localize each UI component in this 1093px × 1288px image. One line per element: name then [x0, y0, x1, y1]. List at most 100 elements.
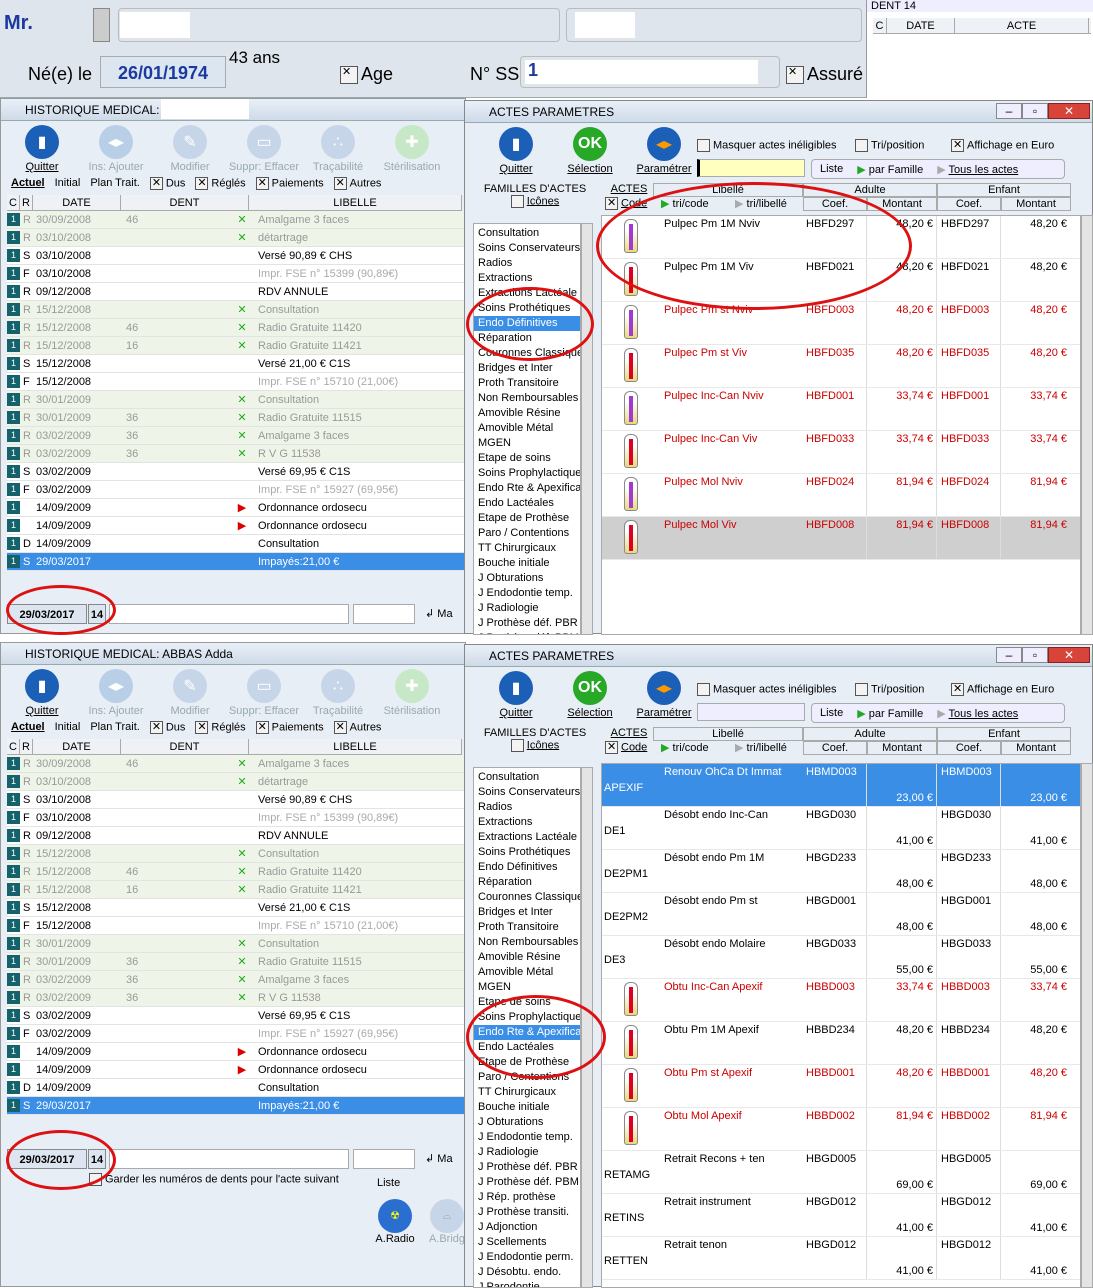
footer-date-bottom[interactable]: 29/03/2017 [7, 1149, 87, 1169]
family-item[interactable]: Couronnes Classique [474, 346, 580, 361]
family-item[interactable]: Etape de soins [474, 995, 580, 1010]
family-item[interactable]: Soins Conservateurs [474, 785, 580, 800]
traceability-button[interactable]: ∴ Traçabilité [301, 669, 375, 717]
history-row[interactable]: 1 R 03/02/2009 36 ✕ R V G 11538 [7, 989, 466, 1007]
footer-entry2-bottom[interactable] [353, 1149, 415, 1169]
history-row[interactable]: 1 R 03/02/2009 36 ✕ Amalgame 3 faces [7, 427, 466, 445]
abridge-button[interactable]: ⌓ A.Bridg [425, 1199, 469, 1245]
family-item[interactable]: Soins Prophylactique [474, 1010, 580, 1025]
family-item[interactable]: Extractions Lactéale [474, 830, 580, 845]
mask-option[interactable]: Masquer actes inéligibles [713, 683, 837, 695]
modify-button[interactable]: ✎ Modifier [153, 669, 227, 717]
history-row[interactable]: 1 R 15/12/2008 ✕ Consultation [7, 301, 466, 319]
tab-autres[interactable]: Autres [333, 176, 381, 190]
acte-row[interactable]: Obtu Pm st Apexif HBBD001 48,20 € HBBD001 48… [602, 1065, 1080, 1108]
icons-option[interactable]: Icônes [527, 195, 559, 207]
family-item[interactable]: Proth Transitoire [474, 376, 580, 391]
history-row[interactable]: 1 R 03/10/2008 ✕ détartrage [7, 773, 466, 791]
history-row[interactable]: 1 14/09/2009 ▶ Ordonnance ordosecu [7, 1061, 466, 1079]
history-row[interactable]: 1 R 30/01/2009 ✕ Consultation [7, 935, 466, 953]
close-button[interactable]: ✕ [1048, 647, 1090, 663]
acte-row[interactable]: DE1 Désobt endo Inc-Can HBGD030 41,00 € HBGD… [602, 807, 1080, 850]
par-famille-option[interactable]: ▶ par Famille [857, 163, 923, 176]
acte-row[interactable]: DE2PM2 Désobt endo Pm st HBGD001 48,00 € HBG… [602, 893, 1080, 936]
acte-row[interactable]: Pulpec Mol Nviv HBFD024 81,94 € HBFD024 81,9… [602, 474, 1080, 517]
family-item[interactable]: Amovible Métal [474, 421, 580, 436]
footer-date-top[interactable]: 29/03/2017 [7, 604, 87, 624]
keep-teeth-checkbox[interactable] [89, 1173, 102, 1186]
families-scrollbar-top[interactable] [581, 223, 593, 635]
enter-button-top[interactable]: ↲ Ma [425, 607, 453, 620]
tab-actuel[interactable]: Actuel [11, 177, 45, 190]
family-item[interactable]: TT Chirurgicaux [474, 1085, 580, 1100]
family-item[interactable]: Endo Lactéales [474, 1040, 580, 1055]
history-row[interactable]: 1 D 14/09/2009 Consultation [7, 1079, 466, 1097]
footer-entry2-top[interactable] [353, 604, 415, 624]
mask-option[interactable]: Masquer actes inéligibles [713, 139, 837, 151]
history-row[interactable]: 1 F 03/10/2008 Impr. FSE n° 15399 (90,89€) [7, 265, 466, 283]
acte-row[interactable]: Pulpec Pm st Nviv HBFD003 48,20 € HBFD003 48… [602, 302, 1080, 345]
family-item[interactable]: J Prothèse déf. PBR [474, 616, 580, 631]
col-c[interactable]: C [873, 18, 887, 33]
col-acte[interactable]: ACTE [955, 18, 1089, 33]
family-item[interactable]: Non Remboursables [474, 935, 580, 950]
family-item[interactable]: J Prothèse déf. PBM [474, 1175, 580, 1190]
family-item[interactable]: J Obturations [474, 571, 580, 586]
family-item[interactable]: Extractions [474, 271, 580, 286]
family-item[interactable]: Etape de Prothèse [474, 1055, 580, 1070]
family-item[interactable]: MGEN [474, 436, 580, 451]
aradio-button[interactable]: ☢ A.Radio [371, 1199, 419, 1245]
acte-row[interactable]: APEXIF Renouv OhCa Dt Immat HBMD003 23,00 €… [602, 764, 1080, 807]
family-item[interactable]: J Endodontie perm. [474, 1250, 580, 1265]
icons-option[interactable]: Icônes [527, 739, 559, 751]
history-row[interactable]: 1 D 14/09/2009 Consultation [7, 535, 466, 553]
maximize-button[interactable]: ▫ [1022, 647, 1048, 663]
family-item[interactable]: Bouche initiale [474, 556, 580, 571]
acte-row[interactable]: Pulpec Pm st Viv HBFD035 48,20 € HBFD035 48,… [602, 345, 1080, 388]
family-item[interactable]: Soins Prothétiques [474, 845, 580, 860]
history-row[interactable]: 1 R 03/02/2009 36 ✕ R V G 11538 [7, 445, 466, 463]
family-item[interactable]: J Rép. prothèse [474, 1190, 580, 1205]
delete-button[interactable]: ▭ Suppr: Effacer [227, 669, 301, 717]
footer-tooth-top[interactable]: 14 [88, 604, 106, 624]
family-item[interactable]: Bouche initiale [474, 1100, 580, 1115]
tri-position-option[interactable]: Tri/position [871, 683, 924, 695]
history-row[interactable]: 1 R 09/12/2008 RDV ANNULE [7, 283, 466, 301]
history-row[interactable]: 1 R 15/12/2008 ✕ Consultation [7, 845, 466, 863]
family-item[interactable]: Réparation [474, 331, 580, 346]
actes-select-button[interactable]: OK Sélection [553, 671, 627, 719]
families-scrollbar-bottom[interactable] [581, 767, 593, 1288]
insert-button[interactable]: ◂▸ Ins: Ajouter [79, 125, 153, 173]
actes-scrollbar-bottom[interactable] [1081, 763, 1093, 1288]
acte-row[interactable]: Pulpec Pm 1M Viv HBFD021 48,20 € HBFD021 48,… [602, 259, 1080, 302]
acte-row[interactable]: Obtu Mol Apexif HBBD002 81,94 € HBBD002 81,9… [602, 1108, 1080, 1151]
family-item[interactable]: Soins Conservateurs [474, 241, 580, 256]
family-item[interactable]: Soins Prophylactique [474, 466, 580, 481]
acte-row[interactable]: Pulpec Mol Viv HBFD008 81,94 € HBFD008 81,94… [602, 517, 1080, 560]
euro-option[interactable]: Affichage en Euro [967, 139, 1054, 151]
footer-tooth-bottom[interactable]: 14 [88, 1149, 106, 1169]
birth-date-field[interactable]: 26/01/1974 [100, 56, 226, 88]
acte-row[interactable]: RETINS Retrait instrument HBGD012 41,00 € HB… [602, 1194, 1080, 1237]
assure-checkbox[interactable] [786, 65, 804, 85]
tab-actuel[interactable]: Actuel [11, 721, 45, 734]
search-input[interactable] [697, 703, 805, 721]
family-item[interactable]: Paro / Contentions [474, 526, 580, 541]
footer-entry-bottom[interactable] [109, 1149, 349, 1169]
tab-regles[interactable]: Réglés [195, 176, 246, 190]
footer-entry-top[interactable] [109, 604, 349, 624]
family-item[interactable]: Bridges et Inter [474, 361, 580, 376]
acte-row[interactable]: RETTEN Retrait tenon HBGD012 41,00 € HBGD012… [602, 1237, 1080, 1280]
family-item[interactable]: J Scellements [474, 1235, 580, 1250]
family-item[interactable]: J Prothèse déf. PBM [474, 631, 580, 634]
family-item[interactable]: Amovible Résine [474, 950, 580, 965]
family-item[interactable]: Consultation [474, 226, 580, 241]
family-item[interactable]: Paro / Contentions [474, 1070, 580, 1085]
family-item[interactable]: J Radiologie [474, 1145, 580, 1160]
maximize-button[interactable]: ▫ [1022, 103, 1048, 119]
acte-row[interactable]: DE2PM1 Désobt endo Pm 1M HBGD233 48,00 € HBG… [602, 850, 1080, 893]
family-item[interactable]: Consultation [474, 770, 580, 785]
history-row[interactable]: 1 R 30/01/2009 36 ✕ Radio Gratuite 11515 [7, 953, 466, 971]
family-item[interactable]: J Adjonction [474, 1220, 580, 1235]
family-item[interactable]: Réparation [474, 875, 580, 890]
